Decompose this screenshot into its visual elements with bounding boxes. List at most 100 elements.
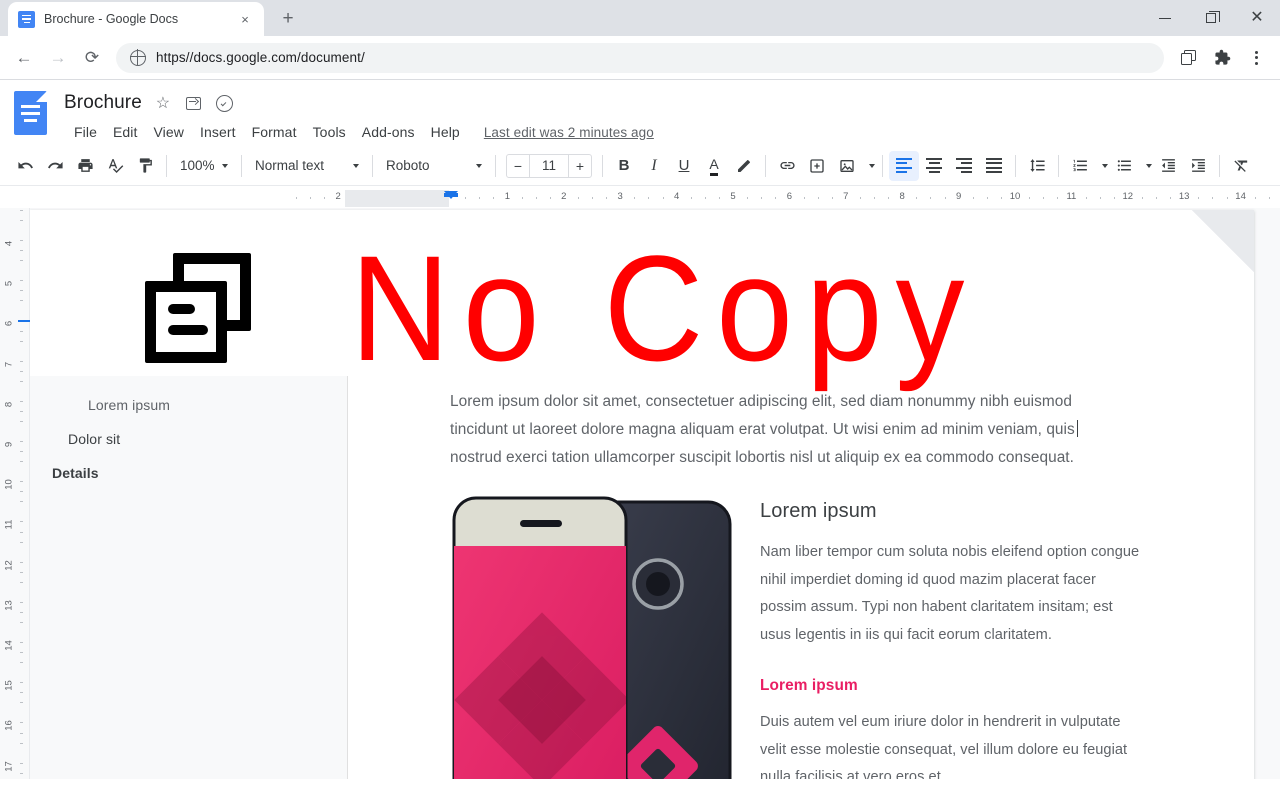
- font-size-input[interactable]: 11: [530, 153, 568, 178]
- vruler-tick: [20, 420, 23, 422]
- text-color-button[interactable]: A: [699, 151, 729, 181]
- vertical-margin-marker[interactable]: [18, 320, 30, 322]
- chrome-menu-icon[interactable]: [1240, 42, 1272, 74]
- paragraph-style-selector[interactable]: Normal text: [248, 152, 366, 180]
- move-to-folder-icon[interactable]: [184, 93, 204, 113]
- document-content[interactable]: Lorem ipsum dolor sit amet, consectetuer…: [450, 388, 1140, 779]
- numbered-list-dropdown[interactable]: [1095, 151, 1109, 181]
- insert-image-icon[interactable]: [832, 151, 862, 181]
- outline-item-details[interactable]: Details: [30, 456, 347, 490]
- section1-heading[interactable]: Lorem ipsum: [760, 500, 1140, 523]
- menu-item-view[interactable]: View: [146, 121, 193, 143]
- font-size-stepper: − 11 +: [506, 153, 592, 178]
- document-page[interactable]: Lorem ipsum dolor sit amet, consectetuer…: [30, 210, 1254, 779]
- back-icon[interactable]: ←: [8, 42, 40, 74]
- vruler-tick: [20, 621, 23, 623]
- section2-body[interactable]: Duis autem vel eum iriure dolor in hendr…: [760, 709, 1140, 779]
- bulleted-list-icon[interactable]: [1109, 151, 1139, 181]
- vertical-ruler[interactable]: 4 5 6 7 8 9 10 11 12 13 14 15 16 17: [0, 208, 30, 779]
- align-right-icon[interactable]: [949, 151, 979, 181]
- horizontal-ruler[interactable]: 2112345678910111213141516171819: [0, 186, 1280, 208]
- ruler-tick-label: 12: [1122, 191, 1134, 202]
- last-edit-status[interactable]: Last edit was 2 minutes ago: [484, 125, 654, 140]
- menu-item-file[interactable]: File: [66, 121, 105, 143]
- zoom-selector[interactable]: 100%: [173, 152, 235, 180]
- browser-tab[interactable]: Brochure - Google Docs ×: [8, 2, 264, 36]
- vruler-tick: [20, 380, 23, 382]
- font-size-increase-button[interactable]: +: [568, 153, 592, 178]
- smartphone-mockup-image[interactable]: [450, 494, 738, 779]
- window-controls: ✕: [1142, 0, 1280, 36]
- tab-strip: Brochure - Google Docs × + ✕: [0, 0, 1280, 36]
- reload-icon[interactable]: ⟳: [76, 42, 108, 74]
- decrease-indent-icon[interactable]: [1153, 151, 1183, 181]
- ruler-track[interactable]: 2112345678910111213141516171819: [295, 186, 1280, 208]
- numbered-list-icon[interactable]: [1065, 151, 1095, 181]
- close-icon[interactable]: ×: [236, 10, 254, 28]
- insert-image-dropdown[interactable]: [862, 151, 876, 181]
- underline-button[interactable]: U: [669, 151, 699, 181]
- line-spacing-icon[interactable]: [1022, 151, 1052, 181]
- vruler-tick: [20, 772, 23, 774]
- menu-item-insert[interactable]: Insert: [192, 121, 244, 143]
- vruler-tick: [20, 330, 23, 332]
- google-docs-favicon: [18, 10, 35, 28]
- two-column-layout: Lorem ipsum Nam liber tempor cum soluta …: [450, 494, 1140, 779]
- intro-paragraph[interactable]: Lorem ipsum dolor sit amet, consectetuer…: [450, 388, 1102, 472]
- outline-item-dolor-sit[interactable]: Dolor sit: [30, 422, 347, 456]
- vruler-tick: [20, 501, 23, 503]
- vruler-tick: [20, 410, 23, 412]
- copy-tab-icon[interactable]: [1172, 42, 1204, 74]
- menu-item-addons[interactable]: Add-ons: [354, 121, 423, 143]
- minimize-icon[interactable]: [1142, 0, 1188, 36]
- align-left-icon[interactable]: [889, 150, 919, 181]
- menu-item-format[interactable]: Format: [244, 121, 305, 143]
- page-title[interactable]: Brochure: [64, 92, 142, 114]
- font-selector[interactable]: Roboto: [379, 152, 489, 180]
- bulleted-list-dropdown[interactable]: [1139, 151, 1153, 181]
- undo-icon[interactable]: [10, 151, 40, 181]
- outline-item-lorem-ipsum[interactable]: Lorem ipsum: [30, 388, 347, 422]
- vruler-tick: [20, 209, 23, 211]
- left-indent-marker[interactable]: [444, 191, 458, 199]
- menu-item-edit[interactable]: Edit: [105, 121, 146, 143]
- maximize-icon[interactable]: [1188, 0, 1234, 36]
- clear-formatting-icon[interactable]: [1226, 151, 1256, 181]
- menu-item-tools[interactable]: Tools: [305, 121, 354, 143]
- vruler-tick-label: 13: [3, 600, 15, 611]
- toolbar-divider: [765, 154, 766, 177]
- section2-heading[interactable]: Lorem ipsum: [760, 677, 1140, 695]
- vruler-tick-label: 4: [3, 240, 15, 247]
- forward-icon[interactable]: →: [42, 42, 74, 74]
- section1-body[interactable]: Nam liber tempor cum soluta nobis eleife…: [760, 539, 1140, 649]
- docs-logo[interactable]: [14, 87, 54, 135]
- align-justify-icon[interactable]: [979, 151, 1009, 181]
- star-icon[interactable]: ☆: [153, 93, 173, 113]
- link-icon[interactable]: [772, 151, 802, 181]
- vruler-tick: [20, 702, 23, 704]
- vruler-tick: [20, 461, 23, 463]
- add-comment-icon[interactable]: [802, 151, 832, 181]
- new-tab-button[interactable]: +: [274, 5, 302, 33]
- redo-icon[interactable]: [40, 151, 70, 181]
- increase-indent-icon[interactable]: [1183, 151, 1213, 181]
- document-outline-pane[interactable]: Lorem ipsum Dolor sit Details: [30, 376, 348, 779]
- cloud-saved-icon[interactable]: [215, 93, 235, 113]
- close-window-icon[interactable]: ✕: [1234, 0, 1280, 36]
- vruler-tick: [20, 290, 23, 292]
- font-size-decrease-button[interactable]: −: [506, 153, 530, 178]
- address-bar[interactable]: https//docs.google.com/document/: [116, 42, 1164, 73]
- bold-button[interactable]: B: [609, 151, 639, 181]
- highlight-pen-icon[interactable]: [729, 151, 759, 181]
- spellcheck-icon[interactable]: [100, 151, 130, 181]
- extensions-puzzle-icon[interactable]: [1206, 42, 1238, 74]
- vruler-tick: [20, 481, 23, 483]
- italic-button[interactable]: I: [639, 151, 669, 181]
- page-scroll-region[interactable]: Lorem ipsum dolor sit amet, consectetuer…: [30, 208, 1280, 779]
- ruler-tick-label: 4: [673, 191, 680, 202]
- align-center-icon[interactable]: [919, 151, 949, 181]
- print-icon[interactable]: [70, 151, 100, 181]
- menu-item-help[interactable]: Help: [423, 121, 468, 143]
- vruler-tick-label: 8: [3, 401, 15, 407]
- paint-format-icon[interactable]: [130, 151, 160, 181]
